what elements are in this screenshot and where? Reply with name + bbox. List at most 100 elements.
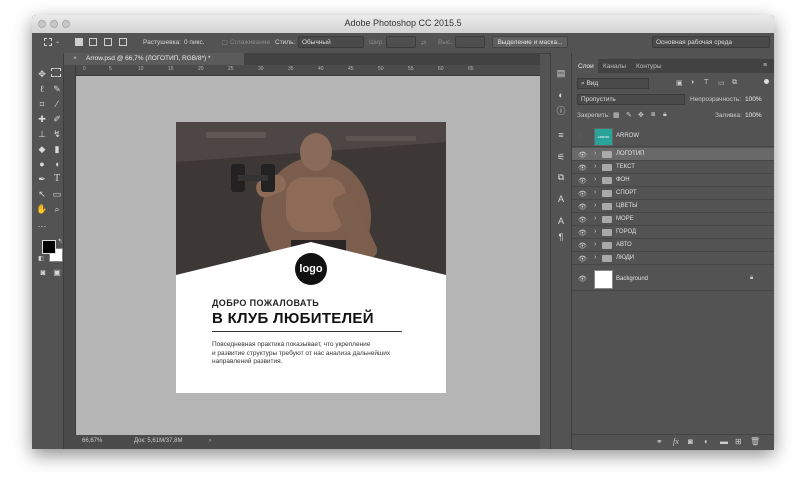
eye-icon[interactable]: 👁︎ — [578, 151, 587, 159]
subtract-selection-icon[interactable] — [104, 38, 112, 46]
filter-shape-icon[interactable]: ▭ — [718, 79, 725, 87]
healing-brush-tool-icon[interactable]: ✚ — [36, 113, 48, 125]
fill-value[interactable]: 100% — [745, 112, 762, 119]
dodge-tool-icon[interactable]: ◖ — [51, 158, 63, 170]
path-selection-tool-icon[interactable]: ↖ — [36, 188, 48, 200]
clone-stamp-tool-icon[interactable]: ⊥ — [36, 128, 48, 140]
expand-chevron-icon[interactable]: › — [594, 215, 596, 222]
shape-tool-icon[interactable]: ▭ — [51, 188, 63, 200]
filter-pixel-icon[interactable]: ▣ — [676, 79, 683, 87]
info-panel-icon[interactable]: ⓘ — [555, 105, 567, 117]
layer-row-auto[interactable]: 👁︎ › АВТО — [572, 239, 774, 252]
chevron-down-icon[interactable]: ⌄ — [55, 38, 60, 45]
expand-chevron-icon[interactable]: › — [594, 254, 596, 261]
eye-icon[interactable]: 👁︎ — [578, 177, 587, 185]
delete-layer-icon[interactable]: 🗑︎ — [750, 437, 760, 446]
lock-artboard-icon[interactable]: ⧈ — [651, 111, 655, 119]
eye-icon[interactable]: 👁︎ — [578, 190, 587, 198]
panel-menu-icon[interactable]: ≡ — [763, 62, 767, 69]
feather-value[interactable]: 0 пикс. — [184, 39, 205, 46]
more-tools-icon[interactable]: ⋯ — [36, 220, 48, 232]
eye-icon[interactable]: 👁︎ — [578, 242, 587, 250]
width-input[interactable] — [386, 36, 416, 48]
eye-icon[interactable]: 👁︎ — [578, 275, 587, 283]
brush-tool-icon[interactable]: ✐ — [51, 113, 63, 125]
expand-chevron-icon[interactable]: › — [594, 150, 596, 157]
quick-select-tool-icon[interactable]: ✎ — [51, 83, 63, 95]
layer-filter-select[interactable]: ⌕ Вид — [577, 78, 649, 89]
intersect-selection-icon[interactable] — [119, 38, 127, 46]
character-panel-icon[interactable]: A — [555, 193, 567, 205]
lasso-tool-icon[interactable]: ℓ — [36, 83, 48, 95]
link-layers-icon[interactable]: ⚭ — [656, 437, 663, 446]
marquee-tool-icon[interactable] — [51, 68, 61, 77]
type-tool-icon[interactable]: T — [51, 173, 63, 185]
eye-icon[interactable]: 👁︎ — [578, 255, 587, 263]
layer-row-sea[interactable]: 👁︎ › МОРЕ — [572, 213, 774, 226]
height-input[interactable] — [455, 36, 485, 48]
filter-type-icon[interactable]: T — [704, 79, 708, 86]
expand-chevron-icon[interactable]: › — [594, 176, 596, 183]
document-tab[interactable]: × Arrow.psd @ 66,7% (ЛОГОТИП, RGB/8*) * — [64, 53, 244, 65]
tab-channels[interactable]: Каналы — [603, 63, 626, 70]
properties-panel-icon[interactable]: ⚟ — [555, 151, 567, 163]
layer-row-city[interactable]: 👁︎ › ГОРОД — [572, 226, 774, 239]
layer-row-sport[interactable]: 👁︎ › СПОРТ — [572, 187, 774, 200]
layer-row-arrow[interactable]: ◌ ARROW ARROW — [572, 125, 774, 147]
layer-row-background-group[interactable]: 👁︎ › ФОН — [572, 174, 774, 187]
filter-smart-icon[interactable]: ⧉ — [732, 79, 737, 87]
new-group-icon[interactable]: ▬ — [720, 437, 728, 446]
marquee-preset-icon[interactable] — [44, 38, 52, 46]
expand-chevron-icon[interactable]: › — [594, 241, 596, 248]
add-mask-icon[interactable]: ◙ — [688, 437, 693, 446]
document-artwork[interactable]: logo ДОБРО ПОЖАЛОВАТЬ В КЛУБ ЛЮБИТЕЛЕЙ П… — [176, 122, 446, 393]
eye-icon[interactable]: 👁︎ — [578, 216, 587, 224]
eye-icon[interactable]: 👁︎ — [578, 203, 587, 211]
workspace-select[interactable]: Основная рабочая среда — [652, 36, 770, 48]
gradient-tool-icon[interactable]: ▮ — [51, 143, 63, 155]
new-layer-icon[interactable]: ⊞ — [735, 437, 742, 446]
adjustments-panel-icon[interactable]: ≡ — [555, 129, 567, 141]
lock-position-icon[interactable]: ✥ — [638, 111, 644, 119]
expand-chevron-icon[interactable]: › — [594, 228, 596, 235]
eyedropper-tool-icon[interactable]: ⁄ — [51, 98, 63, 110]
eraser-tool-icon[interactable]: ◆ — [36, 143, 48, 155]
eye-icon[interactable]: 👁︎ — [578, 229, 587, 237]
color-panel-icon[interactable]: ◐ — [555, 89, 567, 101]
close-tab-icon[interactable]: × — [73, 55, 77, 62]
adjustment-layer-icon[interactable]: ◐ — [704, 437, 709, 446]
history-brush-tool-icon[interactable]: ↯ — [51, 128, 63, 140]
layer-row-logo[interactable]: 👁︎ › ЛОГОТИП — [572, 148, 774, 161]
pen-tool-icon[interactable]: ✒ — [36, 173, 48, 185]
blur-tool-icon[interactable]: ● — [36, 158, 48, 170]
add-to-selection-icon[interactable] — [89, 38, 97, 46]
expand-chevron-icon[interactable]: › — [594, 163, 596, 170]
blend-mode-select[interactable]: Пропустить — [577, 94, 685, 105]
top-ruler[interactable]: 0 5 10 15 20 25 30 35 40 45 50 55 60 65 — [75, 65, 540, 76]
layer-row-flowers[interactable]: 👁︎ › ЦВЕТЫ — [572, 200, 774, 213]
visibility-off-icon[interactable]: ◌ — [578, 132, 582, 139]
default-colors-icon[interactable]: ◧ — [35, 253, 47, 265]
left-ruler[interactable] — [64, 65, 76, 435]
antialias-checkbox[interactable]: ☐ — [222, 39, 228, 47]
layer-row-people[interactable]: 👁︎ › ЛЮДИ — [572, 252, 774, 265]
zoom-level[interactable]: 66,67% — [82, 438, 102, 444]
filter-toggle-icon[interactable] — [764, 79, 769, 84]
character-styles-icon[interactable]: A — [555, 215, 567, 227]
quick-mask-icon[interactable]: ◙ — [37, 267, 49, 279]
layer-style-icon[interactable]: fx — [673, 437, 679, 446]
layer-row-background[interactable]: 👁︎ Background 🔒︎ — [572, 267, 774, 291]
opacity-value[interactable]: 100% — [745, 96, 762, 103]
expand-chevron-icon[interactable]: › — [594, 202, 596, 209]
paragraph-panel-icon[interactable]: ¶ — [555, 231, 567, 243]
lock-all-icon[interactable]: 🔒︎ — [663, 111, 667, 119]
lock-transparent-icon[interactable]: ▦ — [613, 111, 620, 119]
style-select[interactable]: Обычный — [298, 36, 364, 48]
zoom-tool-icon[interactable]: ⌕ — [51, 203, 63, 215]
eye-icon[interactable]: 👁︎ — [578, 164, 587, 172]
history-panel-icon[interactable]: ▤ — [555, 67, 567, 79]
status-menu-arrow-icon[interactable]: › — [209, 438, 211, 444]
tab-paths[interactable]: Контуры — [636, 63, 662, 70]
expand-chevron-icon[interactable]: › — [594, 189, 596, 196]
layer-row-text[interactable]: 👁︎ › ТЕКСТ — [572, 161, 774, 174]
